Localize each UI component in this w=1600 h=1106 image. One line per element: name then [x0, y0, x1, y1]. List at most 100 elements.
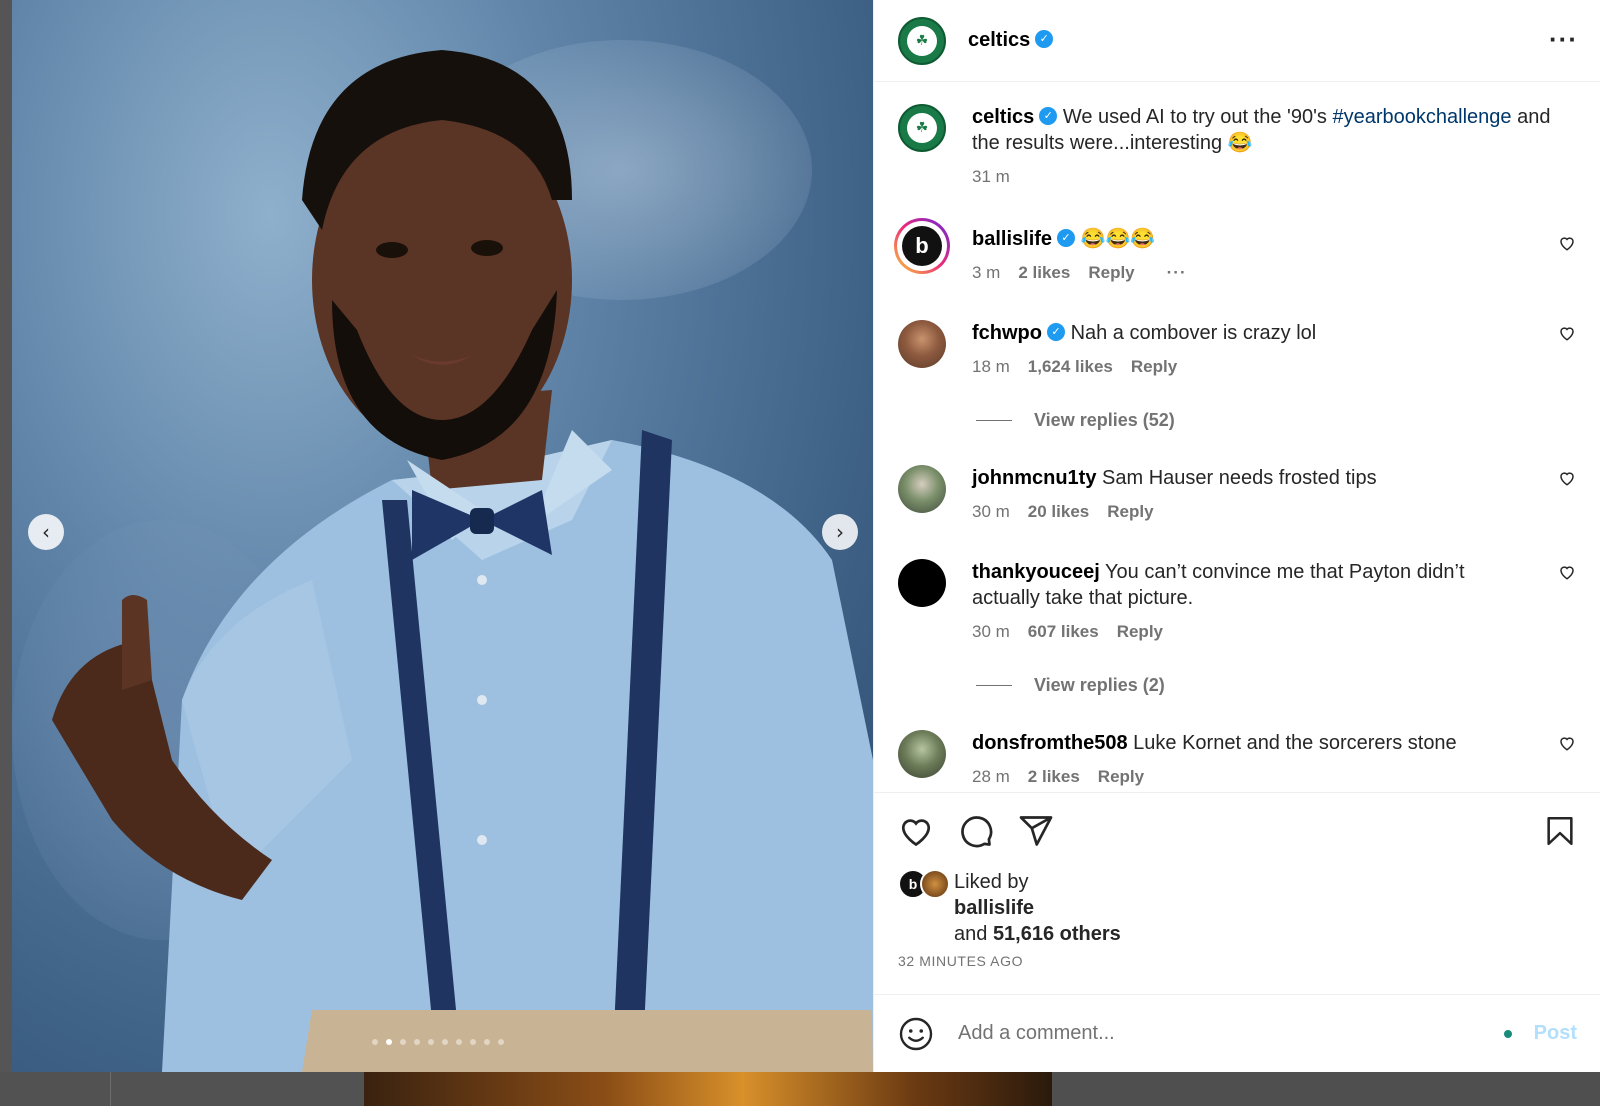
avatar[interactable]: ☘	[898, 16, 946, 65]
avatar-initial: b	[902, 226, 942, 266]
avatar[interactable]	[898, 730, 946, 778]
comment-username[interactable]: donsfromthe508	[972, 732, 1128, 754]
liked-by: b Liked by ballislife and 51,616 others	[898, 869, 1577, 947]
carousel-dot	[428, 1039, 434, 1045]
chevron-left-icon[interactable]: ‹	[28, 514, 64, 550]
heart-icon[interactable]	[1558, 563, 1576, 581]
comment-item: donsfromthe508 Luke Kornet and the sorce…	[898, 730, 1576, 790]
heart-icon[interactable]	[898, 813, 934, 849]
comment-item: b ballislife ✓ 😂😂😂 3 m 2 likes Reply ···	[897, 218, 1576, 286]
view-replies-label: View replies (52)	[1034, 410, 1175, 430]
carousel-dot	[414, 1039, 420, 1045]
verified-badge-icon: ✓	[1039, 106, 1058, 125]
reply-button[interactable]: Reply	[1088, 260, 1134, 286]
more-horizontal-icon[interactable]: ···	[1167, 260, 1187, 286]
reply-button[interactable]: Reply	[1107, 499, 1153, 525]
carousel-dot	[400, 1039, 406, 1045]
header-username[interactable]: celtics	[968, 29, 1030, 52]
post-button[interactable]: Post	[1534, 1022, 1577, 1045]
view-replies-button[interactable]: View replies (2)	[976, 675, 1576, 696]
comment-username[interactable]: johnmcnu1ty	[972, 467, 1096, 489]
reply-button[interactable]: Reply	[1131, 354, 1177, 380]
comment-time: 30 m	[972, 622, 1010, 641]
liked-by-user[interactable]: ballislife	[954, 897, 1034, 919]
post-actions: b Liked by ballislife and 51,616 others …	[874, 792, 1600, 969]
celtics-logo-icon: ☘	[907, 113, 937, 143]
comment-username[interactable]: thankyouceej	[972, 561, 1100, 583]
post-modal: ‹ › ☘ celtics ✓ ··· ☘ celtics ✓ We used A…	[12, 0, 1600, 1072]
comment-item: thankyouceej You can’t convince me that …	[898, 559, 1576, 645]
carousel-dot	[372, 1039, 378, 1045]
comment-time: 18 m	[972, 357, 1010, 376]
comment-time: 28 m	[972, 767, 1010, 786]
background-edge	[0, 0, 12, 1106]
verified-badge-icon: ✓	[1047, 322, 1065, 341]
post-header: ☘ celtics ✓ ···	[874, 0, 1600, 82]
avatar[interactable]: ☘	[898, 104, 946, 152]
comment-username[interactable]: ballislife	[972, 228, 1052, 250]
comment-text: Sam Hauser needs frosted tips	[1102, 467, 1377, 489]
comment-text: Nah a combover is crazy lol	[1070, 322, 1317, 344]
celtics-logo-icon: ☘	[907, 25, 937, 56]
heart-icon[interactable]	[1558, 734, 1576, 752]
avatar[interactable]	[898, 320, 946, 368]
background-divider	[110, 1072, 111, 1106]
share-icon[interactable]	[1018, 813, 1054, 849]
post-timestamp: 32 MINUTES AGO	[898, 953, 1024, 969]
carousel-dot	[484, 1039, 490, 1045]
likes-count[interactable]: 51,616 others	[993, 923, 1121, 945]
comment-likes[interactable]: 1,624 likes	[1028, 354, 1113, 380]
comment-time: 30 m	[972, 502, 1010, 521]
view-replies-label: View replies (2)	[1034, 675, 1165, 695]
liked-by-prefix: Liked by	[954, 871, 1029, 893]
comment-item: johnmcnu1ty Sam Hauser needs frosted tip…	[898, 465, 1576, 525]
divider	[976, 685, 1012, 686]
reply-button[interactable]: Reply	[1117, 619, 1163, 645]
view-replies-button[interactable]: View replies (52)	[976, 410, 1576, 431]
bookmark-icon[interactable]	[1543, 813, 1577, 849]
caption-username[interactable]: celtics	[972, 106, 1034, 128]
comments-list[interactable]: ☘ celtics ✓ We used AI to try out the '90…	[874, 82, 1600, 792]
comment-input[interactable]	[958, 1022, 1504, 1045]
heart-icon[interactable]	[1558, 234, 1576, 252]
comment-text: Luke Kornet and the sorcerers stone	[1133, 732, 1457, 754]
verified-badge-icon: ✓	[1035, 29, 1054, 48]
comment-icon[interactable]	[958, 813, 994, 849]
avatar[interactable]: b	[894, 218, 950, 274]
reply-button[interactable]: Reply	[1098, 764, 1144, 790]
post-photo	[52, 50, 873, 1072]
liked-avatars: b	[898, 869, 954, 899]
comment-likes[interactable]: 20 likes	[1028, 499, 1089, 525]
avatar[interactable]	[898, 465, 946, 513]
carousel-dot	[442, 1039, 448, 1045]
heart-icon[interactable]	[1558, 469, 1576, 487]
comment-likes[interactable]: 2 likes	[1028, 764, 1080, 790]
verified-badge-icon: ✓	[1057, 228, 1076, 247]
avatar[interactable]	[920, 869, 950, 899]
carousel-dots	[372, 1039, 504, 1045]
carousel-dot	[386, 1039, 392, 1045]
caption-text: We used AI to try out the '90's	[1062, 106, 1327, 128]
comment-likes[interactable]: 607 likes	[1028, 619, 1099, 645]
comment-time: 3 m	[972, 263, 1001, 282]
liked-by-and: and	[954, 923, 988, 945]
post-side-panel: ☘ celtics ✓ ··· ☘ celtics ✓ We used AI to…	[873, 0, 1600, 1072]
background-grid-right	[1052, 1072, 1600, 1106]
divider	[976, 420, 1012, 421]
comment-likes[interactable]: 2 likes	[1018, 260, 1070, 286]
chevron-right-icon[interactable]: ›	[822, 514, 858, 550]
hashtag-link[interactable]: #yearbookchallenge	[1332, 106, 1511, 128]
more-horizontal-icon[interactable]: ···	[1549, 24, 1578, 55]
comment-username[interactable]: fchwpo	[972, 322, 1042, 344]
emoji-icon[interactable]	[898, 1016, 934, 1052]
comment-box: Post	[874, 994, 1600, 1072]
comment-text: 😂😂😂	[1080, 228, 1156, 250]
post-media[interactable]: ‹ ›	[12, 0, 873, 1072]
comment-item: fchwpo ✓ Nah a combover is crazy lol 18 m…	[898, 320, 1576, 380]
heart-icon[interactable]	[1558, 324, 1576, 342]
carousel-dot	[470, 1039, 476, 1045]
avatar[interactable]	[898, 559, 946, 607]
status-dot	[1503, 1029, 1512, 1038]
background-post-thumbnail[interactable]	[364, 1072, 1052, 1106]
carousel-dot	[456, 1039, 462, 1045]
